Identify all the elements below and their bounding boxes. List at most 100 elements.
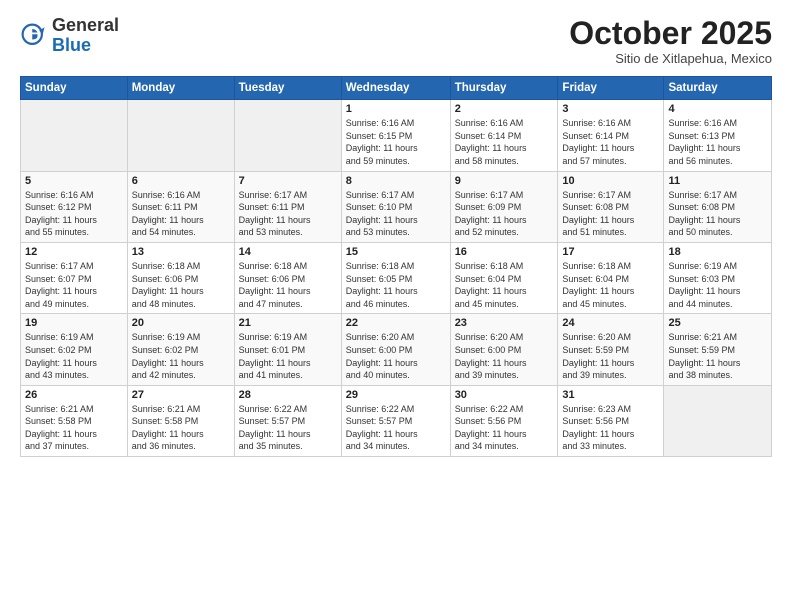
header-saturday: Saturday	[664, 77, 772, 100]
day-number: 2	[455, 103, 554, 115]
calendar-cell-1-2: 7 Sunrise: 6:17 AM Sunset: 6:11 PM Daylig…	[234, 171, 341, 242]
calendar-cell-3-5: 24 Sunrise: 6:20 AM Sunset: 5:59 PM Dayli…	[558, 314, 664, 385]
day-number: 11	[668, 175, 767, 187]
day-info: Sunrise: 6:17 AM Sunset: 6:10 PM Dayligh…	[346, 189, 446, 239]
day-info: Sunrise: 6:17 AM Sunset: 6:08 PM Dayligh…	[562, 189, 659, 239]
calendar-cell-0-2	[234, 100, 341, 171]
day-number: 27	[132, 389, 230, 401]
day-info: Sunrise: 6:16 AM Sunset: 6:12 PM Dayligh…	[25, 189, 123, 239]
calendar-cell-0-0	[21, 100, 128, 171]
day-info: Sunrise: 6:16 AM Sunset: 6:15 PM Dayligh…	[346, 117, 446, 167]
day-number: 30	[455, 389, 554, 401]
calendar-cell-3-4: 23Sunrise: 6:20 AM Sunset: 6:00 PM Dayli…	[450, 314, 558, 385]
calendar-cell-4-5: 31 Sunrise: 6:23 AM Sunset: 5:56 PM Dayli…	[558, 385, 664, 456]
day-number: 7	[239, 175, 337, 187]
calendar-cell-2-4: 16Sunrise: 6:18 AM Sunset: 6:04 PM Dayli…	[450, 242, 558, 313]
calendar-cell-1-4: 9 Sunrise: 6:17 AM Sunset: 6:09 PM Daylig…	[450, 171, 558, 242]
week-row-2: 5Sunrise: 6:16 AM Sunset: 6:12 PM Daylig…	[21, 171, 772, 242]
calendar-cell-4-1: 27Sunrise: 6:21 AM Sunset: 5:58 PM Dayli…	[127, 385, 234, 456]
location: Sitio de Xitlapehua, Mexico	[569, 51, 772, 66]
day-number: 18	[668, 246, 767, 258]
day-info: Sunrise: 6:17 AM Sunset: 6:09 PM Dayligh…	[455, 189, 554, 239]
day-number: 25	[668, 317, 767, 329]
day-info: Sunrise: 6:19 AM Sunset: 6:02 PM Dayligh…	[132, 331, 230, 381]
day-info: Sunrise: 6:20 AM Sunset: 5:59 PM Dayligh…	[562, 331, 659, 381]
calendar-cell-0-4: 2 Sunrise: 6:16 AM Sunset: 6:14 PM Daylig…	[450, 100, 558, 171]
title-block: October 2025 Sitio de Xitlapehua, Mexico	[569, 16, 772, 66]
day-info: Sunrise: 6:22 AM Sunset: 5:57 PM Dayligh…	[346, 403, 446, 453]
calendar-cell-0-3: 1 Sunrise: 6:16 AM Sunset: 6:15 PM Daylig…	[341, 100, 450, 171]
week-row-3: 12 Sunrise: 6:17 AM Sunset: 6:07 PM Dayli…	[21, 242, 772, 313]
calendar-cell-1-5: 10 Sunrise: 6:17 AM Sunset: 6:08 PM Dayli…	[558, 171, 664, 242]
day-number: 20	[132, 317, 230, 329]
header-thursday: Thursday	[450, 77, 558, 100]
day-info: Sunrise: 6:21 AM Sunset: 5:59 PM Dayligh…	[668, 331, 767, 381]
day-number: 28	[239, 389, 337, 401]
week-row-4: 19 Sunrise: 6:19 AM Sunset: 6:02 PM Dayli…	[21, 314, 772, 385]
calendar-cell-0-6: 4Sunrise: 6:16 AM Sunset: 6:13 PM Daylig…	[664, 100, 772, 171]
day-info: Sunrise: 6:18 AM Sunset: 6:06 PM Dayligh…	[239, 260, 337, 310]
calendar-cell-1-3: 8 Sunrise: 6:17 AM Sunset: 6:10 PM Daylig…	[341, 171, 450, 242]
logo-general-text: General	[52, 15, 119, 35]
calendar-cell-4-2: 28 Sunrise: 6:22 AM Sunset: 5:57 PM Dayli…	[234, 385, 341, 456]
day-info: Sunrise: 6:16 AM Sunset: 6:14 PM Dayligh…	[562, 117, 659, 167]
day-number: 4	[668, 103, 767, 115]
day-number: 3	[562, 103, 659, 115]
calendar-cell-0-5: 3 Sunrise: 6:16 AM Sunset: 6:14 PM Daylig…	[558, 100, 664, 171]
logo: General Blue	[20, 16, 119, 56]
day-info: Sunrise: 6:23 AM Sunset: 5:56 PM Dayligh…	[562, 403, 659, 453]
day-number: 15	[346, 246, 446, 258]
day-number: 9	[455, 175, 554, 187]
calendar-cell-3-3: 22Sunrise: 6:20 AM Sunset: 6:00 PM Dayli…	[341, 314, 450, 385]
day-number: 13	[132, 246, 230, 258]
day-number: 8	[346, 175, 446, 187]
day-number: 26	[25, 389, 123, 401]
calendar-cell-3-2: 21Sunrise: 6:19 AM Sunset: 6:01 PM Dayli…	[234, 314, 341, 385]
day-info: Sunrise: 6:16 AM Sunset: 6:11 PM Dayligh…	[132, 189, 230, 239]
day-number: 31	[562, 389, 659, 401]
day-number: 19	[25, 317, 123, 329]
calendar-cell-2-1: 13 Sunrise: 6:18 AM Sunset: 6:06 PM Dayli…	[127, 242, 234, 313]
calendar-cell-3-1: 20 Sunrise: 6:19 AM Sunset: 6:02 PM Dayli…	[127, 314, 234, 385]
calendar-page: General Blue October 2025 Sitio de Xitla…	[0, 0, 792, 612]
day-info: Sunrise: 6:17 AM Sunset: 6:08 PM Dayligh…	[668, 189, 767, 239]
calendar-cell-0-1	[127, 100, 234, 171]
header: General Blue October 2025 Sitio de Xitla…	[20, 16, 772, 66]
header-monday: Monday	[127, 77, 234, 100]
day-info: Sunrise: 6:16 AM Sunset: 6:14 PM Dayligh…	[455, 117, 554, 167]
logo-icon	[20, 22, 48, 50]
day-info: Sunrise: 6:22 AM Sunset: 5:57 PM Dayligh…	[239, 403, 337, 453]
day-info: Sunrise: 6:21 AM Sunset: 5:58 PM Dayligh…	[25, 403, 123, 453]
calendar-cell-2-3: 15 Sunrise: 6:18 AM Sunset: 6:05 PM Dayli…	[341, 242, 450, 313]
weekday-header-row: Sunday Monday Tuesday Wednesday Thursday…	[21, 77, 772, 100]
day-number: 1	[346, 103, 446, 115]
day-info: Sunrise: 6:19 AM Sunset: 6:01 PM Dayligh…	[239, 331, 337, 381]
day-info: Sunrise: 6:19 AM Sunset: 6:02 PM Dayligh…	[25, 331, 123, 381]
week-row-5: 26 Sunrise: 6:21 AM Sunset: 5:58 PM Dayli…	[21, 385, 772, 456]
week-row-1: 1 Sunrise: 6:16 AM Sunset: 6:15 PM Daylig…	[21, 100, 772, 171]
day-info: Sunrise: 6:17 AM Sunset: 6:11 PM Dayligh…	[239, 189, 337, 239]
day-info: Sunrise: 6:18 AM Sunset: 6:06 PM Dayligh…	[132, 260, 230, 310]
header-tuesday: Tuesday	[234, 77, 341, 100]
calendar-cell-4-4: 30Sunrise: 6:22 AM Sunset: 5:56 PM Dayli…	[450, 385, 558, 456]
day-number: 22	[346, 317, 446, 329]
logo-blue-text: Blue	[52, 35, 91, 55]
day-info: Sunrise: 6:18 AM Sunset: 6:05 PM Dayligh…	[346, 260, 446, 310]
day-info: Sunrise: 6:19 AM Sunset: 6:03 PM Dayligh…	[668, 260, 767, 310]
calendar-cell-3-6: 25 Sunrise: 6:21 AM Sunset: 5:59 PM Dayli…	[664, 314, 772, 385]
day-number: 16	[455, 246, 554, 258]
calendar-cell-2-6: 18 Sunrise: 6:19 AM Sunset: 6:03 PM Dayli…	[664, 242, 772, 313]
calendar-cell-2-0: 12 Sunrise: 6:17 AM Sunset: 6:07 PM Dayli…	[21, 242, 128, 313]
day-number: 24	[562, 317, 659, 329]
day-info: Sunrise: 6:17 AM Sunset: 6:07 PM Dayligh…	[25, 260, 123, 310]
day-number: 17	[562, 246, 659, 258]
calendar-cell-4-0: 26 Sunrise: 6:21 AM Sunset: 5:58 PM Dayli…	[21, 385, 128, 456]
calendar-cell-4-6	[664, 385, 772, 456]
day-number: 12	[25, 246, 123, 258]
calendar-cell-4-3: 29Sunrise: 6:22 AM Sunset: 5:57 PM Dayli…	[341, 385, 450, 456]
calendar-cell-2-5: 17 Sunrise: 6:18 AM Sunset: 6:04 PM Dayli…	[558, 242, 664, 313]
calendar-cell-2-2: 14Sunrise: 6:18 AM Sunset: 6:06 PM Dayli…	[234, 242, 341, 313]
day-number: 23	[455, 317, 554, 329]
day-number: 10	[562, 175, 659, 187]
day-info: Sunrise: 6:18 AM Sunset: 6:04 PM Dayligh…	[562, 260, 659, 310]
